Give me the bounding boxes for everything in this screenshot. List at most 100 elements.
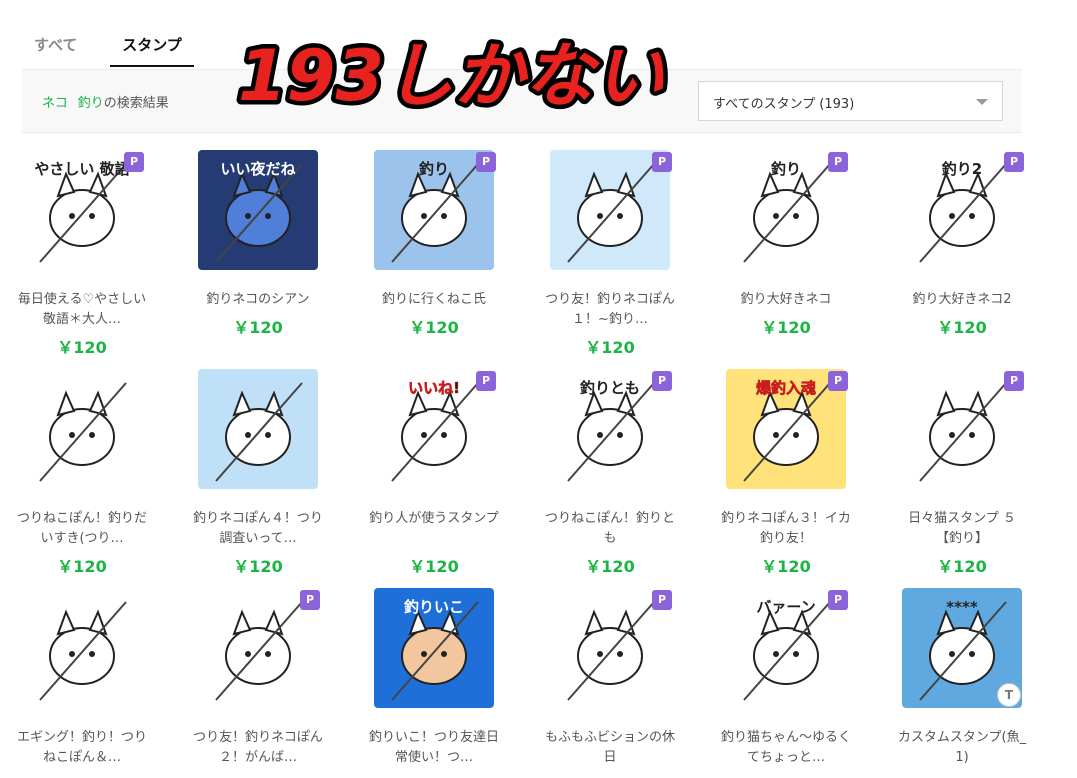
- sticker-card[interactable]: 釣りとも P つりねこぽん！釣りとも ￥120: [545, 369, 710, 579]
- sticker-thumbnail[interactable]: [22, 369, 142, 489]
- character-eye: [69, 213, 75, 219]
- sticker-card[interactable]: P 日々猫スタンプ ５【釣り】 ￥120: [902, 369, 1062, 579]
- sticker-price: ￥120: [761, 318, 811, 337]
- sticker-title[interactable]: カスタムスタンプ(魚_1): [896, 728, 1028, 768]
- premium-badge: P: [828, 590, 848, 610]
- sticker-thumb-text: ****: [946, 598, 978, 616]
- sticker-card[interactable]: P もふもふビションの休日 ￥120: [545, 588, 710, 778]
- sticker-thumb-text: いい夜だね: [220, 160, 295, 178]
- sticker-filter-select[interactable]: すべてのスタンプ (193): [698, 81, 1003, 121]
- sticker-card[interactable]: P つり友！釣りネコぽん２！がんば… ￥120: [193, 588, 358, 778]
- premium-badge: P: [828, 152, 848, 172]
- character-face: [401, 627, 467, 685]
- character-eye: [949, 432, 955, 438]
- sticker-thumb-text: やさしい 敬語: [34, 160, 129, 178]
- character-eye: [265, 432, 271, 438]
- sticker-price: ￥120: [368, 772, 500, 778]
- sticker-price: ￥120: [409, 318, 459, 337]
- sticker-price: ￥120: [57, 338, 107, 357]
- sticker-title[interactable]: 釣り大好きネコ2: [896, 290, 1028, 310]
- premium-badge: P: [828, 371, 848, 391]
- character-face: [929, 408, 995, 466]
- sticker-card[interactable]: **** T カスタムスタンプ(魚_1) ￥250: [898, 588, 1062, 778]
- character-face: [929, 627, 995, 685]
- sticker-thumbnail[interactable]: 釣りいこ: [374, 588, 494, 708]
- character-eye: [969, 651, 975, 657]
- sticker-price: ￥120: [233, 557, 283, 576]
- sticker-card[interactable]: 釣り P 釣り大好きネコ ￥120: [726, 150, 886, 360]
- sticker-card[interactable]: やさしい 敬語 P 毎日使える♡やさしい敬語＊大人… ￥120: [18, 150, 182, 360]
- sticker-thumb-text: 爆釣入魂: [756, 379, 816, 397]
- sticker-title[interactable]: 釣り猫ちゃん〜ゆるくてちょっと…: [720, 728, 852, 768]
- sticker-title[interactable]: つりねこぽん！釣りだいすき(つり…: [16, 509, 148, 549]
- sticker-title[interactable]: もふもふビションの休日: [544, 728, 676, 768]
- sticker-card[interactable]: いいね! P 釣り人が使うスタンプ ￥120: [369, 369, 534, 579]
- sticker-title[interactable]: 釣り人が使うスタンプ: [368, 509, 500, 529]
- sticker-card[interactable]: 爆釣入魂 P 釣りネコぽん３！イカ釣り友！ ￥120: [721, 369, 886, 579]
- sticker-title[interactable]: 毎日使える♡やさしい敬語＊大人…: [16, 290, 148, 330]
- sticker-thumb-text: いいね!: [408, 379, 460, 397]
- premium-badge: P: [476, 371, 496, 391]
- character-eye: [69, 651, 75, 657]
- sticker-title[interactable]: 釣りいこ！つり友達日常使い！つ…: [368, 728, 500, 768]
- sticker-title[interactable]: 釣り大好きネコ: [720, 290, 852, 310]
- sticker-card[interactable]: P つり友！釣りネコぽん１！~釣り… ￥120: [545, 150, 710, 360]
- sticker-price: ￥120: [585, 338, 635, 357]
- character-face: [753, 408, 819, 466]
- character-eye: [597, 432, 603, 438]
- character-eye: [265, 213, 271, 219]
- sticker-illustration: 釣りいこ: [374, 588, 494, 708]
- sticker-illustration: [198, 369, 318, 489]
- sticker-card[interactable]: つりねこぽん！釣りだいすき(つり… ￥120: [17, 369, 182, 579]
- tab-stickers[interactable]: スタンプ: [110, 34, 194, 67]
- character-eye: [773, 651, 779, 657]
- sticker-title[interactable]: 釣りネコぽん４！つり調査いって…: [192, 509, 324, 549]
- sticker-title[interactable]: 釣りに行くねこ氏: [368, 290, 500, 310]
- sticker-title[interactable]: 日々猫スタンプ ５【釣り】: [896, 509, 1028, 549]
- sticker-title[interactable]: エギング！釣り！つりねこぽん＆…: [16, 728, 148, 768]
- tab-all[interactable]: すべて: [34, 34, 77, 55]
- character-face: [49, 189, 115, 247]
- sticker-price: ￥120: [544, 772, 676, 778]
- sticker-illustration: いい夜だね: [198, 150, 318, 270]
- sticker-title[interactable]: 釣りネコぽん３！イカ釣り友！: [720, 509, 852, 549]
- character-eye: [617, 213, 623, 219]
- overlay-caption: 193しかない: [226, 30, 676, 122]
- premium-badge: P: [652, 152, 672, 172]
- sticker-thumbnail[interactable]: [22, 588, 142, 708]
- sticker-thumb-text: 釣り2: [942, 160, 982, 178]
- character-eye: [773, 213, 779, 219]
- premium-badge: P: [300, 590, 320, 610]
- character-face: [49, 627, 115, 685]
- sticker-card[interactable]: 釣りネコぽん４！つり調査いって… ￥120: [193, 369, 358, 579]
- sticker-thumbnail[interactable]: いい夜だね: [198, 150, 318, 270]
- character-eye: [441, 432, 447, 438]
- character-eye: [617, 432, 623, 438]
- premium-badge: P: [652, 590, 672, 610]
- sticker-card[interactable]: 釣り2 P 釣り大好きネコ2 ￥120: [902, 150, 1062, 360]
- sticker-card[interactable]: バァーン P 釣り猫ちゃん〜ゆるくてちょっと… ￥120: [721, 588, 886, 778]
- sticker-title[interactable]: 釣りネコのシアン: [192, 290, 324, 310]
- sticker-title[interactable]: つりねこぽん！釣りとも: [544, 509, 676, 549]
- character-eye: [421, 651, 427, 657]
- character-eye: [89, 213, 95, 219]
- sticker-card[interactable]: 釣り P 釣りに行くねこ氏 ￥120: [374, 150, 534, 360]
- sticker-title[interactable]: つり友！釣りネコぽん２！がんば…: [192, 728, 324, 768]
- keyword-neko[interactable]: ネコ: [42, 96, 68, 111]
- sticker-filter-value: すべてのスタンプ (193): [713, 97, 855, 112]
- keyword-fishing[interactable]: 釣り: [78, 96, 104, 111]
- character-eye: [949, 651, 955, 657]
- premium-badge: P: [476, 152, 496, 172]
- sticker-thumbnail[interactable]: [198, 369, 318, 489]
- sticker-card[interactable]: エギング！釣り！つりねこぽん＆… ￥120: [17, 588, 182, 778]
- sticker-title[interactable]: つり友！釣りネコぽん１！~釣り…: [544, 290, 676, 330]
- sticker-price: ￥120: [409, 557, 459, 576]
- sticker-thumb-text: 釣りいこ: [404, 598, 464, 616]
- character-face: [577, 408, 643, 466]
- sticker-card[interactable]: いい夜だね 釣りネコのシアン ￥120: [198, 150, 358, 360]
- sticker-price: ￥120: [16, 772, 148, 778]
- sticker-card[interactable]: 釣りいこ釣りいこ！つり友達日常使い！つ… ￥120: [369, 588, 534, 778]
- character-face: [401, 189, 467, 247]
- character-eye: [597, 213, 603, 219]
- character-eye: [421, 213, 427, 219]
